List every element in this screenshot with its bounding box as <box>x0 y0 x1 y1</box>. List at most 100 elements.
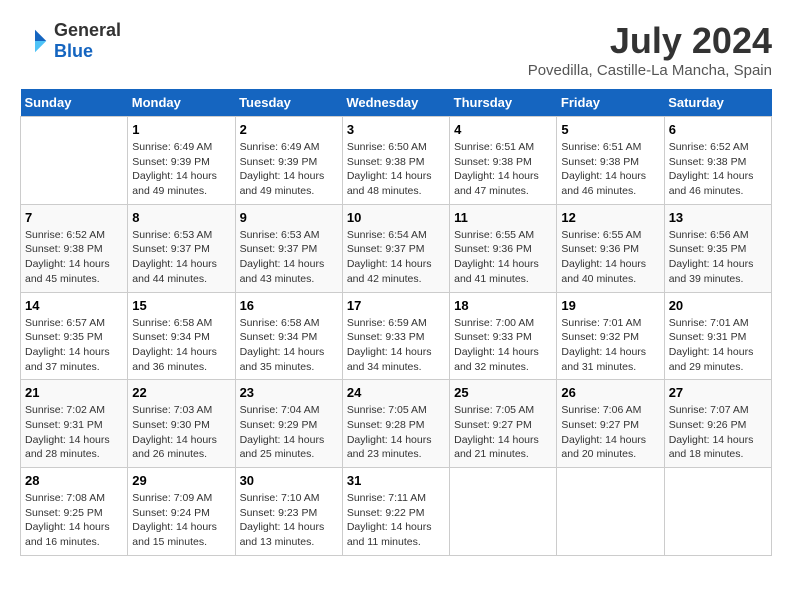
day-header-thursday: Thursday <box>450 89 557 117</box>
day-header-friday: Friday <box>557 89 664 117</box>
day-header-tuesday: Tuesday <box>235 89 342 117</box>
day-number: 2 <box>240 122 338 137</box>
calendar-cell <box>557 468 664 556</box>
calendar-cell: 26 Sunrise: 7:06 AM Sunset: 9:27 PM Dayli… <box>557 380 664 468</box>
day-content: Sunrise: 7:11 AM Sunset: 9:22 PM Dayligh… <box>347 491 445 550</box>
day-number: 6 <box>669 122 767 137</box>
day-content: Sunrise: 7:10 AM Sunset: 9:23 PM Dayligh… <box>240 491 338 550</box>
calendar-cell: 20 Sunrise: 7:01 AM Sunset: 9:31 PM Dayli… <box>664 292 771 380</box>
day-content: Sunrise: 6:55 AM Sunset: 9:36 PM Dayligh… <box>561 228 659 287</box>
day-content: Sunrise: 7:01 AM Sunset: 9:32 PM Dayligh… <box>561 316 659 375</box>
day-number: 1 <box>132 122 230 137</box>
week-row-3: 14Sunrise: 6:57 AM Sunset: 9:35 PM Dayli… <box>21 292 772 380</box>
day-number: 5 <box>561 122 659 137</box>
calendar-cell: 10 Sunrise: 6:54 AM Sunset: 9:37 PM Dayli… <box>342 204 449 292</box>
day-number: 8 <box>132 210 230 225</box>
day-content: Sunrise: 6:53 AM Sunset: 9:37 PM Dayligh… <box>132 228 230 287</box>
day-content: Sunrise: 7:01 AM Sunset: 9:31 PM Dayligh… <box>669 316 767 375</box>
calendar-cell: 11 Sunrise: 6:55 AM Sunset: 9:36 PM Dayli… <box>450 204 557 292</box>
day-number: 29 <box>132 473 230 488</box>
day-number: 28 <box>25 473 123 488</box>
day-content: Sunrise: 7:00 AM Sunset: 9:33 PM Dayligh… <box>454 316 552 375</box>
week-row-4: 21 Sunrise: 7:02 AM Sunset: 9:31 PM Dayli… <box>21 380 772 468</box>
calendar-cell: 16 Sunrise: 6:58 AM Sunset: 9:34 PM Dayli… <box>235 292 342 380</box>
day-content: Sunrise: 6:58 AM Sunset: 9:34 PM Dayligh… <box>240 316 338 375</box>
day-number: 24 <box>347 385 445 400</box>
calendar-cell <box>450 468 557 556</box>
day-content: Sunrise: 6:53 AM Sunset: 9:37 PM Dayligh… <box>240 228 338 287</box>
calendar-cell: 23 Sunrise: 7:04 AM Sunset: 9:29 PM Dayli… <box>235 380 342 468</box>
day-number: 18 <box>454 298 552 313</box>
day-number: 10 <box>347 210 445 225</box>
day-number: 7 <box>25 210 123 225</box>
header-row: SundayMondayTuesdayWednesdayThursdayFrid… <box>21 89 772 117</box>
day-content: Sunrise: 6:52 AM Sunset: 9:38 PM Dayligh… <box>25 228 123 287</box>
day-number: 12 <box>561 210 659 225</box>
calendar-cell: 1 Sunrise: 6:49 AM Sunset: 9:39 PM Daylig… <box>128 117 235 205</box>
day-content: Sunrise: 7:09 AM Sunset: 9:24 PM Dayligh… <box>132 491 230 550</box>
day-content: Sunrise: 7:02 AM Sunset: 9:31 PM Dayligh… <box>25 403 123 462</box>
day-header-monday: Monday <box>128 89 235 117</box>
day-content: Sunrise: 6:56 AM Sunset: 9:35 PM Dayligh… <box>669 228 767 287</box>
day-number: 31 <box>347 473 445 488</box>
calendar-cell: 2Sunrise: 6:49 AM Sunset: 9:39 PM Daylig… <box>235 117 342 205</box>
week-row-2: 7 Sunrise: 6:52 AM Sunset: 9:38 PM Daylig… <box>21 204 772 292</box>
calendar-cell: 3Sunrise: 6:50 AM Sunset: 9:38 PM Daylig… <box>342 117 449 205</box>
day-content: Sunrise: 6:50 AM Sunset: 9:38 PM Dayligh… <box>347 140 445 199</box>
page-header: General Blue July 2024 Povedilla, Castil… <box>20 20 772 79</box>
day-header-saturday: Saturday <box>664 89 771 117</box>
calendar-cell: 15 Sunrise: 6:58 AM Sunset: 9:34 PM Dayli… <box>128 292 235 380</box>
week-row-5: 28 Sunrise: 7:08 AM Sunset: 9:25 PM Dayli… <box>21 468 772 556</box>
day-content: Sunrise: 6:51 AM Sunset: 9:38 PM Dayligh… <box>561 140 659 199</box>
calendar-cell: 22 Sunrise: 7:03 AM Sunset: 9:30 PM Dayli… <box>128 380 235 468</box>
calendar-cell: 17 Sunrise: 6:59 AM Sunset: 9:33 PM Dayli… <box>342 292 449 380</box>
main-title: July 2024 <box>528 20 772 62</box>
day-content: Sunrise: 7:03 AM Sunset: 9:30 PM Dayligh… <box>132 403 230 462</box>
day-content: Sunrise: 7:04 AM Sunset: 9:29 PM Dayligh… <box>240 403 338 462</box>
day-number: 27 <box>669 385 767 400</box>
day-number: 21 <box>25 385 123 400</box>
day-content: Sunrise: 6:54 AM Sunset: 9:37 PM Dayligh… <box>347 228 445 287</box>
calendar-header: SundayMondayTuesdayWednesdayThursdayFrid… <box>21 89 772 117</box>
day-number: 23 <box>240 385 338 400</box>
day-number: 11 <box>454 210 552 225</box>
day-content: Sunrise: 6:52 AM Sunset: 9:38 PM Dayligh… <box>669 140 767 199</box>
day-content: Sunrise: 7:07 AM Sunset: 9:26 PM Dayligh… <box>669 403 767 462</box>
calendar-cell <box>664 468 771 556</box>
logo-text: General Blue <box>54 20 121 62</box>
day-number: 25 <box>454 385 552 400</box>
day-number: 17 <box>347 298 445 313</box>
calendar-cell: 25Sunrise: 7:05 AM Sunset: 9:27 PM Dayli… <box>450 380 557 468</box>
day-number: 26 <box>561 385 659 400</box>
day-content: Sunrise: 6:55 AM Sunset: 9:36 PM Dayligh… <box>454 228 552 287</box>
day-number: 4 <box>454 122 552 137</box>
logo-icon <box>20 26 50 56</box>
calendar-cell <box>21 117 128 205</box>
calendar-cell: 12 Sunrise: 6:55 AM Sunset: 9:36 PM Dayli… <box>557 204 664 292</box>
calendar-cell: 8 Sunrise: 6:53 AM Sunset: 9:37 PM Daylig… <box>128 204 235 292</box>
day-content: Sunrise: 6:58 AM Sunset: 9:34 PM Dayligh… <box>132 316 230 375</box>
day-content: Sunrise: 6:49 AM Sunset: 9:39 PM Dayligh… <box>132 140 230 199</box>
day-content: Sunrise: 7:08 AM Sunset: 9:25 PM Dayligh… <box>25 491 123 550</box>
calendar-cell: 30 Sunrise: 7:10 AM Sunset: 9:23 PM Dayli… <box>235 468 342 556</box>
day-header-wednesday: Wednesday <box>342 89 449 117</box>
day-content: Sunrise: 6:57 AM Sunset: 9:35 PM Dayligh… <box>25 316 123 375</box>
calendar-table: SundayMondayTuesdayWednesdayThursdayFrid… <box>20 89 772 556</box>
day-content: Sunrise: 7:06 AM Sunset: 9:27 PM Dayligh… <box>561 403 659 462</box>
calendar-cell: 7 Sunrise: 6:52 AM Sunset: 9:38 PM Daylig… <box>21 204 128 292</box>
day-number: 30 <box>240 473 338 488</box>
title-block: July 2024 Povedilla, Castille-La Mancha,… <box>528 20 772 79</box>
day-number: 9 <box>240 210 338 225</box>
calendar-cell: 5 Sunrise: 6:51 AM Sunset: 9:38 PM Daylig… <box>557 117 664 205</box>
day-content: Sunrise: 6:59 AM Sunset: 9:33 PM Dayligh… <box>347 316 445 375</box>
day-number: 22 <box>132 385 230 400</box>
day-number: 15 <box>132 298 230 313</box>
day-number: 20 <box>669 298 767 313</box>
calendar-cell: 18 Sunrise: 7:00 AM Sunset: 9:33 PM Dayli… <box>450 292 557 380</box>
subtitle: Povedilla, Castille-La Mancha, Spain <box>528 62 772 79</box>
calendar-cell: 9 Sunrise: 6:53 AM Sunset: 9:37 PM Daylig… <box>235 204 342 292</box>
calendar-cell: 21 Sunrise: 7:02 AM Sunset: 9:31 PM Dayli… <box>21 380 128 468</box>
calendar-cell: 27 Sunrise: 7:07 AM Sunset: 9:26 PM Dayli… <box>664 380 771 468</box>
day-number: 16 <box>240 298 338 313</box>
calendar-cell: 13Sunrise: 6:56 AM Sunset: 9:35 PM Dayli… <box>664 204 771 292</box>
